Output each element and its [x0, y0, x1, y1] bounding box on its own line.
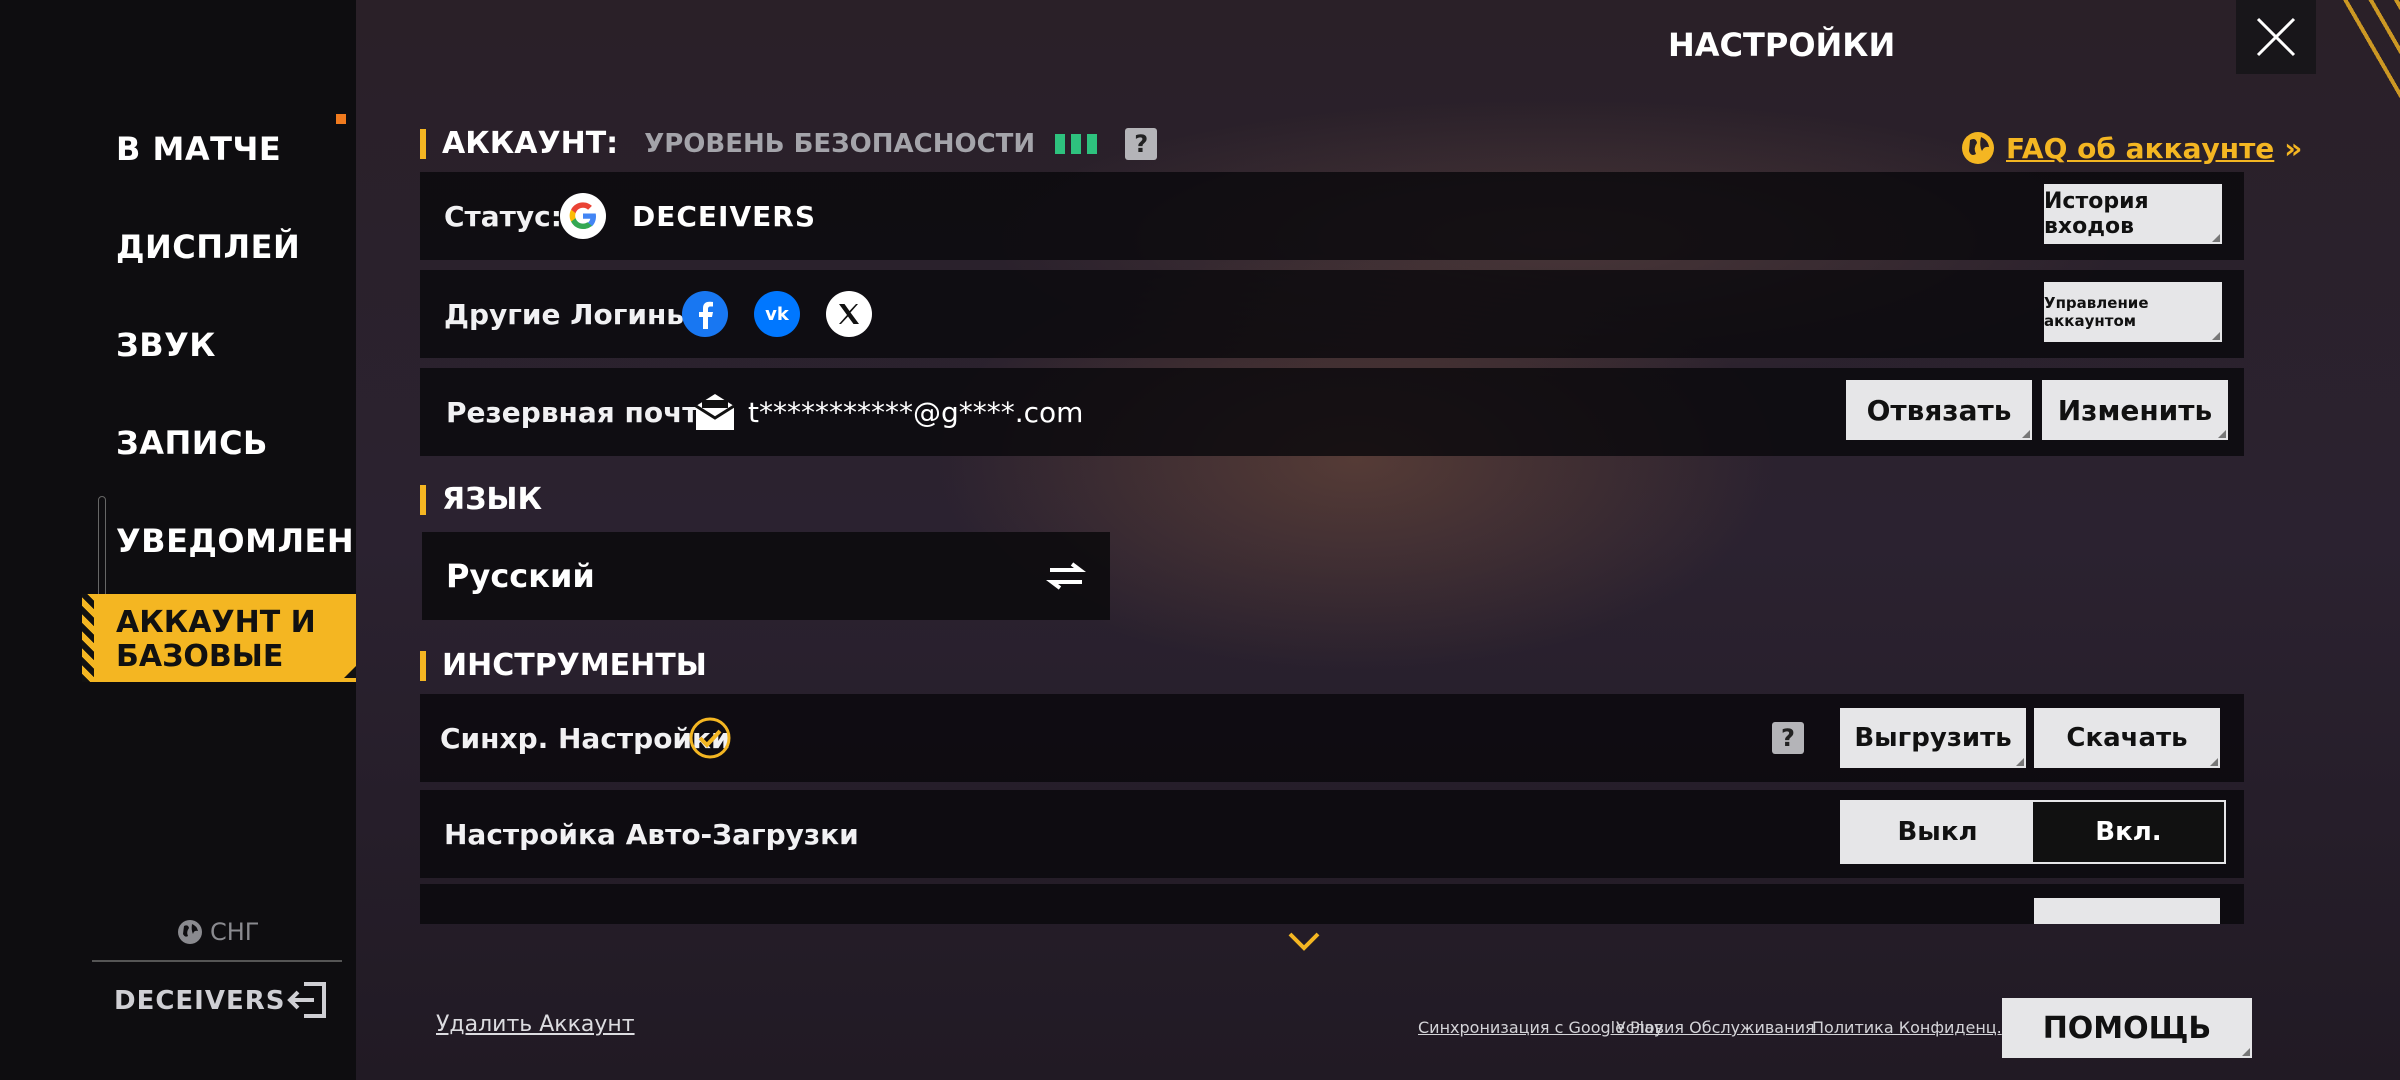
- close-icon: [2256, 17, 2296, 57]
- other-logins-label: Другие Логины:: [444, 297, 703, 331]
- other-logins-row: Другие Логины: vk Управление аккаунтом: [420, 270, 2244, 358]
- language-section-heading: ЯЗЫК: [420, 482, 542, 517]
- help-button[interactable]: ПОМОЩЬ: [2002, 998, 2252, 1058]
- account-heading: АККАУНТ:: [442, 126, 619, 161]
- page-title: НАСТРОЙКИ: [1668, 26, 1896, 64]
- google-icon: [560, 193, 606, 239]
- sidebar: В МАТЧЕ ДИСПЛЕЙ ЗВУК ЗАПИСЬ УВЕДОМЛЕНИЕ …: [0, 0, 403, 1080]
- section-bar: [420, 484, 426, 515]
- account-section-heading: АККАУНТ: УРОВЕНЬ БЕЗОПАСНОСТИ ?: [420, 126, 1158, 161]
- security-bar: [1071, 133, 1082, 154]
- sync-settings-row: Синхр. Настройки ? Выгрузить Скачать: [420, 694, 2244, 782]
- security-level-label: УРОВЕНЬ БЕЗОПАСНОСТИ: [644, 128, 1036, 159]
- faq-arrows: »: [2284, 131, 2303, 165]
- partial-row: [420, 884, 2244, 924]
- security-level-bars: [1055, 133, 1098, 154]
- sidebar-item-record[interactable]: ЗАПИСЬ: [116, 424, 268, 462]
- chevron-down-icon[interactable]: [1286, 930, 1322, 954]
- language-selector[interactable]: Русский: [422, 532, 1110, 620]
- manage-account-button[interactable]: Управление аккаунтом: [2044, 282, 2222, 342]
- globe-icon: [1962, 132, 1994, 164]
- security-bar: [1055, 133, 1066, 154]
- active-stripes: [82, 594, 94, 682]
- upload-button[interactable]: Выгрузить: [1840, 708, 2026, 768]
- faq-label: FAQ об аккаунте: [2006, 131, 2275, 165]
- status-label: Статус:: [444, 199, 562, 233]
- login-history-button[interactable]: История входов: [2044, 184, 2222, 244]
- terms-link[interactable]: Условия Обслуживания: [1616, 1018, 1815, 1037]
- language-heading: ЯЗЫК: [442, 482, 543, 517]
- sidebar-item-display[interactable]: ДИСПЛЕЙ: [116, 228, 300, 266]
- active-corner: [344, 666, 356, 678]
- unlink-button[interactable]: Отвязать: [1846, 380, 2032, 440]
- sidebar-active-line1: АККАУНТ И: [116, 605, 316, 640]
- section-bar: [420, 128, 426, 159]
- tools-section-heading: ИНСТРУМЕНТЫ: [420, 648, 707, 683]
- close-button[interactable]: [2236, 0, 2316, 74]
- security-bar: [1087, 133, 1098, 154]
- globe-icon: [178, 920, 202, 944]
- region-label: СНГ: [210, 918, 260, 946]
- autoload-toggle[interactable]: Выкл Вкл.: [1840, 800, 2226, 864]
- notification-dot: [336, 114, 346, 124]
- security-help-icon[interactable]: ?: [1125, 127, 1158, 160]
- sidebar-item-account-basic[interactable]: АККАУНТ И БАЗОВЫЕ: [82, 594, 360, 682]
- toggle-off-option[interactable]: Выкл: [1842, 802, 2033, 862]
- logout-icon[interactable]: [286, 978, 330, 1022]
- toggle-on-option[interactable]: Вкл.: [2033, 802, 2224, 862]
- privacy-link[interactable]: Политика Конфиденц.: [1812, 1018, 2002, 1037]
- sidebar-item-in-match[interactable]: В МАТЧЕ: [116, 130, 281, 168]
- backup-email-row: Резервная почта: t***********@g****.com …: [420, 368, 2244, 456]
- sidebar-username: DECEIVERS: [114, 986, 286, 1016]
- swap-icon: [1046, 562, 1086, 590]
- sync-help-icon[interactable]: ?: [1772, 722, 1804, 754]
- check-circle-icon: [689, 717, 731, 759]
- sidebar-divider: [92, 960, 342, 962]
- tools-heading: ИНСТРУМЕНТЫ: [442, 648, 707, 683]
- section-bar: [420, 650, 426, 681]
- sidebar-scrollbar[interactable]: [98, 496, 106, 606]
- mail-icon: [695, 394, 735, 430]
- region-indicator: СНГ: [176, 918, 259, 946]
- backup-email-value: t***********@g****.com: [748, 395, 1084, 429]
- x-icon[interactable]: [826, 291, 872, 337]
- language-value: Русский: [446, 557, 595, 595]
- change-email-button[interactable]: Изменить: [2042, 380, 2228, 440]
- status-row: Статус: DECEIVERS История входов: [420, 172, 2244, 260]
- delete-account-link[interactable]: Удалить Аккаунт: [436, 1012, 635, 1037]
- sidebar-active-line2: БАЗОВЫЕ: [116, 639, 284, 674]
- backup-email-label: Резервная почта:: [446, 395, 729, 429]
- partial-row-button[interactable]: [2034, 898, 2220, 924]
- autoload-label: Настройка Авто-Загрузки: [444, 817, 859, 851]
- sidebar-item-sound[interactable]: ЗВУК: [116, 326, 216, 364]
- status-value: DECEIVERS: [632, 199, 816, 233]
- faq-link[interactable]: FAQ об аккаунте »: [1960, 130, 2302, 166]
- vk-icon[interactable]: vk: [754, 291, 800, 337]
- facebook-icon[interactable]: [682, 291, 728, 337]
- download-button[interactable]: Скачать: [2034, 708, 2220, 768]
